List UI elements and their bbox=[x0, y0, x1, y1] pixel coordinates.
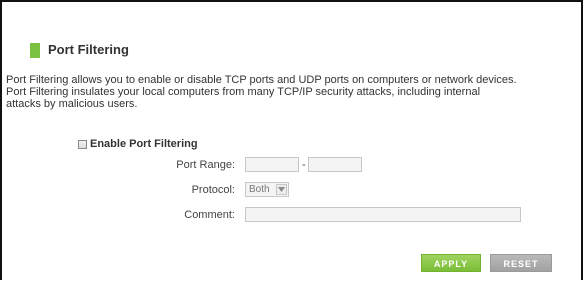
comment-label: Comment: bbox=[184, 209, 235, 221]
enable-port-filtering-row: Enable Port Filtering bbox=[78, 138, 198, 150]
protocol-label: Protocol: bbox=[191, 184, 235, 196]
enable-port-filtering-checkbox[interactable] bbox=[78, 139, 87, 149]
port-range-label: Port Range: bbox=[176, 159, 235, 171]
port-range-separator: - bbox=[302, 159, 306, 171]
protocol-select[interactable]: Both bbox=[245, 182, 289, 197]
apply-button[interactable]: APPLY bbox=[421, 254, 481, 272]
description-line-3: attacks by malicious users. bbox=[6, 98, 138, 110]
comment-input[interactable] bbox=[245, 207, 521, 222]
chevron-down-icon[interactable] bbox=[276, 184, 287, 195]
port-range-end-input[interactable] bbox=[308, 157, 362, 172]
section-marker bbox=[30, 42, 40, 58]
description-line-2: Port Filtering insulates your local comp… bbox=[6, 86, 481, 98]
content-panel: Port Filtering Port Filtering allows you… bbox=[0, 0, 583, 280]
enable-port-filtering-label[interactable]: Enable Port Filtering bbox=[90, 138, 198, 150]
section-header: Port Filtering bbox=[30, 42, 129, 58]
reset-button[interactable]: RESET bbox=[490, 254, 552, 272]
description-line-1: Port Filtering allows you to enable or d… bbox=[6, 74, 517, 86]
protocol-selected-value: Both bbox=[249, 184, 270, 195]
page-title: Port Filtering bbox=[48, 42, 129, 57]
description-text: Port Filtering allows you to enable or d… bbox=[6, 74, 582, 110]
port-range-start-input[interactable] bbox=[245, 157, 299, 172]
